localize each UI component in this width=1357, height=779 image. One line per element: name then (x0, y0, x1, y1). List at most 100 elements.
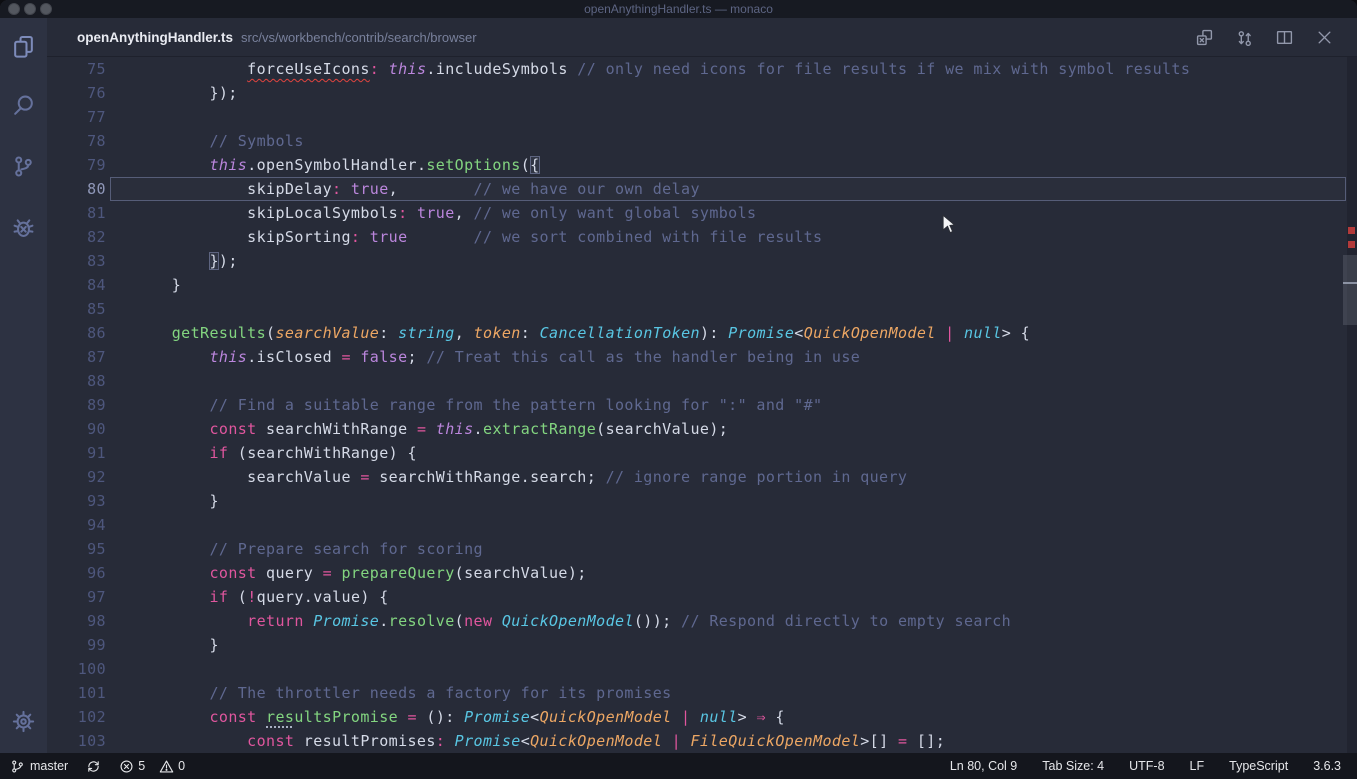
code-line[interactable]: 97 if (!query.value) { (47, 585, 1357, 609)
code-line[interactable]: 98 return Promise.resolve(new QuickOpenM… (47, 609, 1357, 633)
code-line[interactable]: 75 forceUseIcons: this.includeSymbols //… (47, 57, 1357, 81)
open-changes-icon[interactable] (1196, 29, 1213, 46)
code-line[interactable]: 88 (47, 369, 1357, 393)
sync-button[interactable] (86, 759, 101, 774)
code-token (379, 60, 388, 78)
problems-indicator[interactable]: 5 0 (119, 759, 185, 774)
line-number[interactable]: 87 (47, 345, 106, 369)
line-number[interactable]: 93 (47, 489, 106, 513)
code-line[interactable]: 89 // Find a suitable range from the pat… (47, 393, 1357, 417)
line-number[interactable]: 78 (47, 129, 106, 153)
code-token: : (521, 324, 540, 342)
code-line[interactable]: 100 (47, 657, 1357, 681)
compare-changes-icon[interactable] (1236, 29, 1253, 46)
error-marker (1348, 241, 1355, 248)
code-line[interactable]: 82 skipSorting: true // we sort combined… (47, 225, 1357, 249)
line-number[interactable]: 83 (47, 249, 106, 273)
status-cursor-position[interactable]: Ln 80, Col 9 (950, 759, 1017, 773)
git-branch-item[interactable]: master (10, 759, 68, 774)
code-token: this (436, 420, 474, 438)
code-line[interactable]: 101 // The throttler needs a factory for… (47, 681, 1357, 705)
code-line[interactable]: 102 const resultsPromise = (): Promise<Q… (47, 705, 1357, 729)
line-number[interactable]: 81 (47, 201, 106, 225)
code-line[interactable]: 90 const searchWithRange = this.extractR… (47, 417, 1357, 441)
line-number[interactable]: 86 (47, 321, 106, 345)
open-file-name[interactable]: openAnythingHandler.ts (77, 30, 233, 45)
line-number[interactable]: 88 (47, 369, 106, 393)
line-number[interactable]: 92 (47, 465, 106, 489)
status-eol[interactable]: LF (1190, 759, 1205, 773)
error-marker (1348, 227, 1355, 234)
code-line[interactable]: 93 } (47, 489, 1357, 513)
code-line[interactable]: 77 (47, 105, 1357, 129)
line-number[interactable]: 99 (47, 633, 106, 657)
line-number[interactable]: 82 (47, 225, 106, 249)
code-line[interactable]: 87 this.isClosed = false; // Treat this … (47, 345, 1357, 369)
code-token: | (672, 732, 681, 750)
settings-gear-icon[interactable] (11, 709, 36, 734)
code-token: // we sort combined with file results (474, 228, 823, 246)
code-token: this (389, 60, 427, 78)
status-language-mode[interactable]: TypeScript (1229, 759, 1288, 773)
code-line[interactable]: 96 const query = prepareQuery(searchValu… (47, 561, 1357, 585)
source-control-icon[interactable] (11, 154, 36, 179)
line-number[interactable]: 77 (47, 105, 106, 129)
code-token (360, 228, 369, 246)
code-text: } (134, 489, 219, 513)
line-number[interactable]: 79 (47, 153, 106, 177)
line-number[interactable]: 85 (47, 297, 106, 321)
code-line[interactable]: 83 }); (47, 249, 1357, 273)
code-line[interactable]: 94 (47, 513, 1357, 537)
line-number[interactable]: 80 (47, 177, 106, 201)
code-token: = (408, 708, 417, 726)
code-token: getResults (172, 324, 266, 342)
code-token: = (323, 564, 332, 582)
code-token: } (209, 252, 218, 270)
vertical-scrollbar-thumb[interactable] (1343, 255, 1357, 325)
line-number[interactable]: 96 (47, 561, 106, 585)
split-editor-icon[interactable] (1276, 29, 1293, 46)
line-number[interactable]: 89 (47, 393, 106, 417)
status-ts-version[interactable]: 3.6.3 (1313, 759, 1341, 773)
debug-icon[interactable] (11, 215, 36, 240)
breadcrumb-path[interactable]: src/vs/workbench/contrib/search/browser (241, 30, 477, 45)
window-title: openAnythingHandler.ts — monaco (0, 2, 1357, 16)
code-token: > { (1002, 324, 1030, 342)
line-number[interactable]: 90 (47, 417, 106, 441)
code-line[interactable]: 79 this.openSymbolHandler.setOptions({ (47, 153, 1357, 177)
search-icon[interactable] (11, 93, 36, 118)
code-line[interactable]: 99 } (47, 633, 1357, 657)
line-number[interactable]: 75 (47, 57, 106, 81)
line-number[interactable]: 102 (47, 705, 106, 729)
line-number[interactable]: 95 (47, 537, 106, 561)
code-line[interactable]: 86 getResults(searchValue: string, token… (47, 321, 1357, 345)
code-line[interactable]: 80 skipDelay: true, // we have our own d… (47, 177, 1357, 201)
status-tab-size[interactable]: Tab Size: 4 (1042, 759, 1104, 773)
line-number[interactable]: 94 (47, 513, 106, 537)
code-line[interactable]: 85 (47, 297, 1357, 321)
line-number[interactable]: 103 (47, 729, 106, 753)
code-token (134, 612, 247, 630)
explorer-icon[interactable] (11, 34, 36, 59)
code-line[interactable]: 84 } (47, 273, 1357, 297)
line-number[interactable]: 101 (47, 681, 106, 705)
code-line[interactable]: 91 if (searchWithRange) { (47, 441, 1357, 465)
code-line[interactable]: 92 searchValue = searchWithRange.search;… (47, 465, 1357, 489)
line-number[interactable]: 91 (47, 441, 106, 465)
code-token: | (945, 324, 954, 342)
code-token (341, 180, 350, 198)
close-editor-icon[interactable] (1316, 29, 1333, 46)
line-number[interactable]: 76 (47, 81, 106, 105)
line-number[interactable]: 98 (47, 609, 106, 633)
code-line[interactable]: 78 // Symbols (47, 129, 1357, 153)
line-number[interactable]: 84 (47, 273, 106, 297)
code-editor[interactable]: 75 forceUseIcons: this.includeSymbols //… (47, 57, 1357, 753)
line-number[interactable]: 97 (47, 585, 106, 609)
line-number[interactable]: 100 (47, 657, 106, 681)
code-line[interactable]: 103 const resultPromises: Promise<QuickO… (47, 729, 1357, 753)
code-line[interactable]: 81 skipLocalSymbols: true, // we only wa… (47, 201, 1357, 225)
code-line[interactable]: 76 }); (47, 81, 1357, 105)
code-token: ( (228, 588, 247, 606)
code-line[interactable]: 95 // Prepare search for scoring (47, 537, 1357, 561)
status-encoding[interactable]: UTF-8 (1129, 759, 1164, 773)
